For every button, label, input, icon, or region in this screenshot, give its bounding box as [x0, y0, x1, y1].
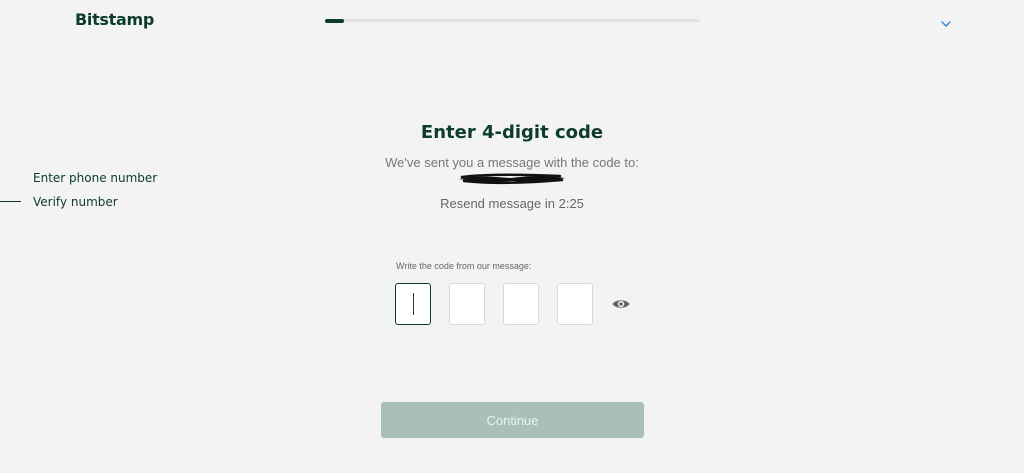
code-digit-1[interactable] — [395, 283, 431, 325]
menu-dropdown-toggle[interactable] — [938, 16, 954, 32]
bitstamp-logo[interactable]: Bitstamp — [75, 10, 154, 29]
verify-phone-page: Bitstamp Enter phone number Verify numbe… — [0, 0, 1024, 473]
continue-button[interactable]: Continue — [381, 402, 644, 438]
step-label: Enter phone number — [33, 171, 158, 185]
chevron-down-icon — [941, 21, 951, 27]
code-sent-message: We've sent you a message with the code t… — [385, 155, 639, 170]
code-digit-2[interactable] — [449, 283, 485, 325]
code-digit-3[interactable] — [503, 283, 539, 325]
code-digit-4[interactable] — [557, 283, 593, 325]
redacted-phone-number — [459, 173, 565, 185]
progress-bar-fill — [325, 18, 344, 23]
code-input-group — [395, 283, 611, 325]
onboarding-progress-bar — [325, 18, 700, 23]
resend-countdown: Resend message in 2:25 — [440, 196, 584, 211]
code-input-label: Write the code from our message: — [396, 261, 532, 271]
text-caret — [413, 293, 414, 315]
eye-icon — [612, 300, 630, 308]
page-title: Enter 4-digit code — [420, 122, 604, 143]
show-code-toggle[interactable] — [611, 296, 631, 312]
